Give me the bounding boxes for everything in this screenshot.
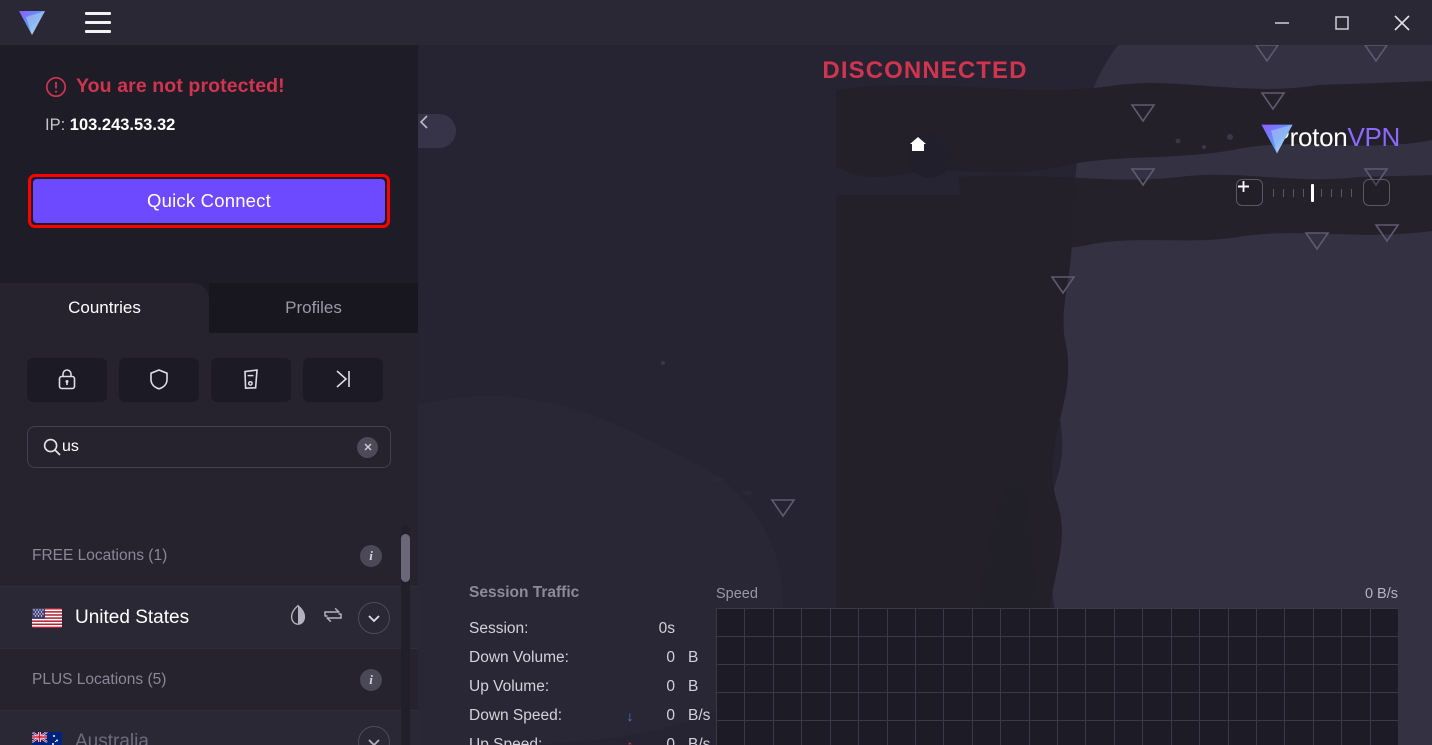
zoom-slider-handle[interactable]: [1311, 184, 1314, 202]
search-input[interactable]: [62, 438, 357, 456]
search-section: [27, 426, 391, 468]
stat-row-down-speed: Down Speed: ↓ 0 B/s: [469, 701, 719, 730]
speed-graph-header: Speed 0 B/s: [716, 586, 1398, 602]
protonvpn-window: DISCONNECTED: [0, 0, 1432, 745]
secure-core-filter-button[interactable]: [27, 358, 107, 402]
skip-forward-icon: [331, 367, 355, 394]
country-row-united-states[interactable]: United States: [0, 587, 418, 649]
brand-logo: ProtonVPN: [1259, 122, 1400, 153]
minimize-button[interactable]: [1252, 0, 1312, 45]
up-arrow-icon: ↑: [621, 737, 639, 745]
tor-icon[interactable]: [288, 604, 308, 631]
tab-countries[interactable]: Countries: [0, 283, 209, 333]
alert-circle-icon: [45, 76, 67, 98]
protection-status-text: You are not protected!: [76, 75, 285, 98]
stat-row-up-speed: Up Speed: ↑ 0 B/s: [469, 730, 719, 745]
session-stats-panel: Session Traffic Session: 0s Down Volume:…: [418, 572, 1432, 745]
shield-icon: [148, 367, 170, 394]
clear-search-button[interactable]: [357, 437, 378, 458]
stat-value: 0: [639, 678, 675, 696]
group-label: FREE Locations (1): [32, 547, 360, 565]
quick-connect-highlight: Quick Connect: [28, 174, 390, 228]
info-icon[interactable]: i: [360, 545, 382, 567]
stat-label: Up Volume:: [469, 678, 621, 696]
stat-unit: B/s: [675, 736, 715, 745]
search-box[interactable]: [27, 426, 391, 468]
session-traffic-title: Session Traffic: [469, 584, 719, 602]
proton-triangle-logo: [14, 6, 50, 40]
collapse-sidebar-button[interactable]: [418, 114, 456, 148]
stat-unit: B: [675, 649, 715, 667]
window-controls: [1252, 0, 1432, 45]
sidebar-tabs: Countries Profiles: [0, 283, 418, 333]
close-button[interactable]: [1372, 0, 1432, 45]
lock-icon: [56, 367, 78, 394]
down-arrow-icon: ↓: [621, 708, 639, 724]
speed-graph-current-rate: 0 B/s: [1365, 586, 1398, 602]
stat-label: Session:: [469, 620, 621, 638]
ip-address-row: IP: 103.243.53.32: [0, 116, 418, 135]
country-name: United States: [75, 607, 288, 629]
stat-value: 0: [639, 707, 675, 725]
tor-filter-button[interactable]: [211, 358, 291, 402]
country-list-scrollbar-thumb[interactable]: [401, 534, 410, 582]
expand-united-states-button[interactable]: [358, 602, 390, 634]
country-name: Australia: [75, 731, 358, 745]
stat-row-session: Session: 0s: [469, 614, 719, 643]
protection-status-block: You are not protected! IP: 103.243.53.32: [0, 45, 418, 135]
speed-graph-title: Speed: [716, 586, 758, 602]
flag-us: [32, 608, 62, 628]
country-list[interactable]: FREE Locations (1) i: [0, 525, 418, 745]
ip-label: IP:: [45, 116, 65, 134]
flag-au: [32, 732, 62, 745]
stat-value: 0s: [639, 620, 675, 638]
streaming-filter-button[interactable]: [303, 358, 383, 402]
home-button[interactable]: [908, 134, 952, 178]
map-zoom-control: [1236, 179, 1390, 206]
netshield-filter-button[interactable]: [119, 358, 199, 402]
hamburger-menu-icon[interactable]: [78, 6, 118, 40]
info-icon[interactable]: i: [360, 669, 382, 691]
stat-row-down-volume: Down Volume: 0 B: [469, 643, 719, 672]
search-icon: [42, 437, 62, 462]
brand-text-vpn: VPN: [1347, 122, 1400, 152]
filter-button-row: [0, 333, 418, 402]
list-group-free: FREE Locations (1) i: [0, 525, 418, 587]
group-label: PLUS Locations (5): [32, 671, 360, 689]
country-row-australia[interactable]: Australia: [0, 711, 418, 745]
session-traffic-block: Session Traffic Session: 0s Down Volume:…: [469, 584, 719, 745]
country-feature-icons: [288, 604, 344, 631]
stat-label: Down Speed:: [469, 707, 621, 725]
stat-label: Up Speed:: [469, 736, 621, 745]
speed-graph: [716, 608, 1398, 745]
stat-row-up-volume: Up Volume: 0 B: [469, 672, 719, 701]
ip-value: 103.243.53.32: [70, 116, 176, 134]
stat-label: Down Volume:: [469, 649, 621, 667]
tab-profiles[interactable]: Profiles: [209, 283, 418, 333]
stat-value: 0: [639, 649, 675, 667]
stat-value: 0: [639, 736, 675, 745]
zoom-slider[interactable]: [1269, 183, 1357, 203]
zoom-in-button[interactable]: [1363, 179, 1390, 206]
protection-status-row: You are not protected!: [0, 75, 418, 98]
sidebar: You are not protected! IP: 103.243.53.32…: [0, 45, 418, 745]
stat-unit: B: [675, 678, 715, 696]
expand-australia-button[interactable]: [358, 726, 390, 745]
p2p-icon[interactable]: [322, 605, 344, 630]
tor-icon: [240, 367, 262, 394]
connection-status-text: DISCONNECTED: [418, 57, 1432, 85]
stat-unit: B/s: [675, 707, 715, 725]
list-group-plus: PLUS Locations (5) i: [0, 649, 418, 711]
maximize-button[interactable]: [1312, 0, 1372, 45]
quick-connect-button[interactable]: Quick Connect: [33, 179, 385, 223]
title-bar: [0, 0, 1432, 45]
